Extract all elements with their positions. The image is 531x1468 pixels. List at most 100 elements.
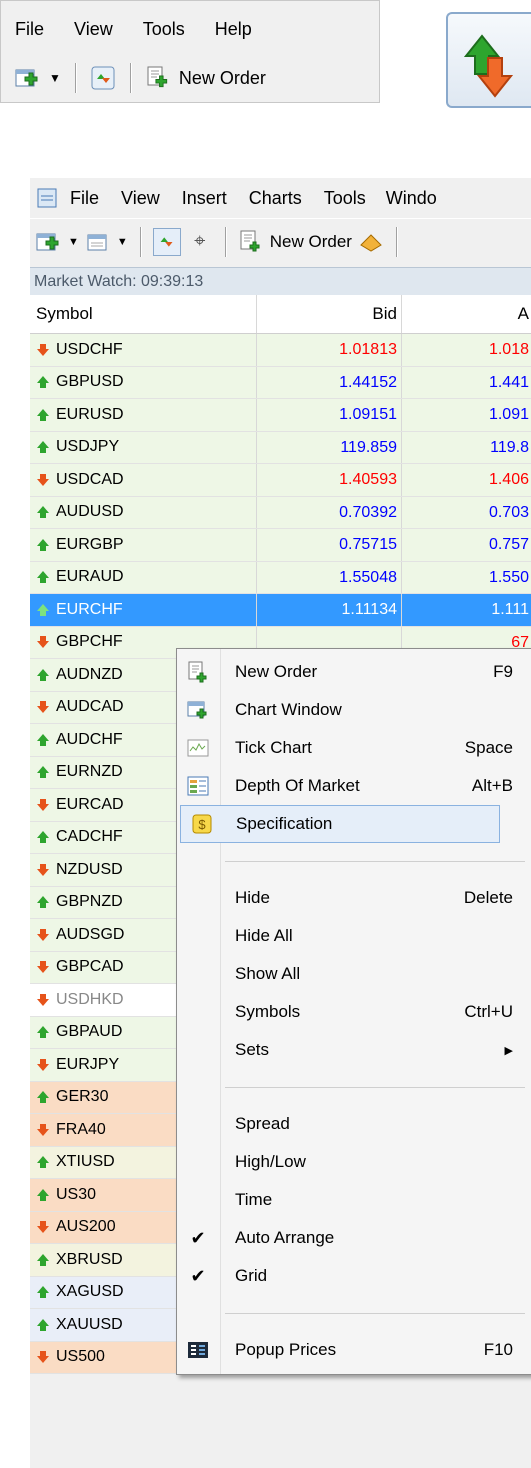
mini-menu-view[interactable]: View	[60, 11, 129, 51]
expert-advisors-icon[interactable]	[358, 229, 384, 255]
menu-item-grid[interactable]: ✔ Grid	[177, 1257, 531, 1295]
bid-cell: 1.40593	[257, 464, 402, 496]
menu-view[interactable]: View	[121, 188, 160, 209]
chevron-down-icon[interactable]: ▼	[68, 236, 79, 248]
menu-item-high-low[interactable]: High/Low	[177, 1143, 531, 1181]
table-row[interactable]: EURGBP 0.75715 0.757	[30, 529, 531, 562]
menu-item-hide-all[interactable]: Hide All	[177, 917, 531, 955]
menu-item-label: Hide	[235, 888, 270, 907]
mini-menubar: File View Tools Help	[1, 11, 268, 51]
table-row[interactable]: AUDUSD 0.70392 0.703	[30, 496, 531, 529]
bid-cell: 0.75715	[257, 529, 402, 561]
specification-icon: $	[191, 813, 213, 835]
symbol-label: XBRUSD	[56, 1250, 123, 1268]
chart-window-icon	[187, 699, 209, 721]
toolbar-divider	[74, 63, 76, 93]
menu-item-label: Grid	[235, 1266, 268, 1285]
ask-cell: 1.550	[488, 568, 529, 586]
market-watch-icon[interactable]	[90, 65, 116, 91]
symbol-label: GBPCHF	[56, 633, 123, 651]
menu-item-label: New Order	[235, 662, 318, 681]
symbol-cell: EURGBP	[30, 529, 257, 561]
mini-menu-help[interactable]: Help	[201, 11, 268, 51]
column-header-ask[interactable]: A	[402, 295, 531, 333]
table-row[interactable]: EURUSD 1.09151 1.091	[30, 399, 531, 432]
ask-cell: 0.757	[488, 536, 529, 553]
table-row[interactable]: EURAUD 1.55048 1.550	[30, 561, 531, 594]
toolbar-divider	[129, 63, 131, 93]
symbol-label: USDHKD	[56, 990, 124, 1008]
column-header-bid[interactable]: Bid	[257, 295, 402, 333]
profiles-icon[interactable]	[85, 229, 111, 255]
toolbar-divider	[395, 226, 397, 257]
symbol-label: AUDUSD	[56, 503, 124, 521]
menu-item-chart-window[interactable]: Chart Window	[177, 691, 531, 729]
symbol-label: AUDCHF	[56, 730, 123, 748]
arrow-down-icon	[36, 1058, 50, 1072]
ask-cell: 1.441	[488, 373, 529, 391]
table-row[interactable]: USDCHF 1.01813 1.018	[30, 334, 531, 367]
menu-separator	[225, 861, 525, 862]
menu-item-show-all[interactable]: Show All	[177, 955, 531, 993]
menu-file[interactable]: File	[70, 188, 99, 209]
menu-item-specification[interactable]: $ Specification	[180, 805, 500, 843]
menu-item-spread[interactable]: Spread	[177, 1105, 531, 1143]
new-chart-icon[interactable]	[15, 65, 41, 91]
menu-item-sets[interactable]: Sets ▶	[177, 1031, 531, 1069]
table-row[interactable]: USDCAD 1.40593 1.406	[30, 464, 531, 497]
menu-item-symbols[interactable]: Symbols Ctrl+U	[177, 993, 531, 1031]
chevron-down-icon[interactable]: ▼	[117, 236, 128, 248]
menu-item-auto-arrange[interactable]: ✔ Auto Arrange	[177, 1219, 531, 1257]
menu-item-label: Show All	[235, 964, 301, 983]
toolbar-divider	[224, 226, 226, 257]
mini-menu-tools[interactable]: Tools	[129, 11, 201, 51]
menu-window[interactable]: Windo	[386, 188, 437, 209]
symbol-label: USDCHF	[56, 340, 123, 358]
bid-cell: 1.11134	[257, 594, 402, 626]
menu-charts[interactable]: Charts	[249, 188, 302, 209]
new-order-icon[interactable]	[145, 65, 171, 91]
bid-cell: 1.44152	[257, 366, 402, 398]
arrow-up-icon	[36, 1285, 50, 1299]
mini-menu-file[interactable]: File	[1, 11, 60, 51]
table-row[interactable]: EURCHF 1.11134 1.111	[30, 594, 531, 627]
menu-item-new-order[interactable]: New Order F9	[177, 653, 531, 691]
menu-item-label: Sets	[235, 1040, 270, 1059]
new-order-button[interactable]: New Order	[179, 68, 266, 89]
arrow-up-icon	[36, 375, 50, 389]
symbol-cell: USDJPY	[30, 431, 257, 463]
symbol-cell: USDCAD	[30, 464, 257, 496]
menu-item-label: Spread	[235, 1114, 290, 1133]
context-menu: New Order F9 Chart Window Tick Chart Space De…	[176, 648, 531, 1375]
chevron-down-icon[interactable]: ▼	[49, 71, 61, 85]
new-chart-icon[interactable]	[36, 229, 62, 255]
menu-item-label: Symbols	[235, 1002, 301, 1021]
symbol-cell: EURCHF	[30, 594, 257, 626]
crosshair-icon[interactable]: ⌖	[187, 229, 213, 255]
symbol-label: US500	[56, 1348, 105, 1366]
menu-insert[interactable]: Insert	[182, 188, 227, 209]
menu-separator	[225, 1087, 525, 1088]
mini-toolbar: ▼ New Order	[15, 57, 266, 99]
new-order-icon[interactable]	[238, 229, 264, 255]
arrow-up-icon	[36, 1090, 50, 1104]
market-watch-large-icon[interactable]	[446, 12, 531, 108]
arrow-up-icon	[36, 603, 50, 617]
app-icon[interactable]	[34, 185, 60, 211]
tick-chart-icon	[187, 737, 209, 759]
menu-item-label: Specification	[236, 814, 333, 833]
menu-item-popup-prices[interactable]: Popup Prices F10	[177, 1331, 531, 1369]
menu-tools[interactable]: Tools	[324, 188, 366, 209]
menu-item-tick-chart[interactable]: Tick Chart Space	[177, 729, 531, 767]
market-watch-icon[interactable]	[152, 227, 181, 256]
arrow-up-icon	[36, 1253, 50, 1267]
arrow-down-icon	[36, 1220, 50, 1234]
menu-item-hide[interactable]: Hide Delete	[177, 879, 531, 917]
table-row[interactable]: USDJPY 119.859 119.8	[30, 431, 531, 464]
menu-item-time[interactable]: Time	[177, 1181, 531, 1219]
menu-item-depth-of-market[interactable]: Depth Of Market Alt+B	[177, 767, 531, 805]
new-order-button[interactable]: New Order	[270, 232, 352, 252]
menu-item-shortcut: Delete	[463, 888, 513, 907]
column-header-symbol[interactable]: Symbol	[30, 295, 257, 333]
table-row[interactable]: GBPUSD 1.44152 1.441	[30, 366, 531, 399]
